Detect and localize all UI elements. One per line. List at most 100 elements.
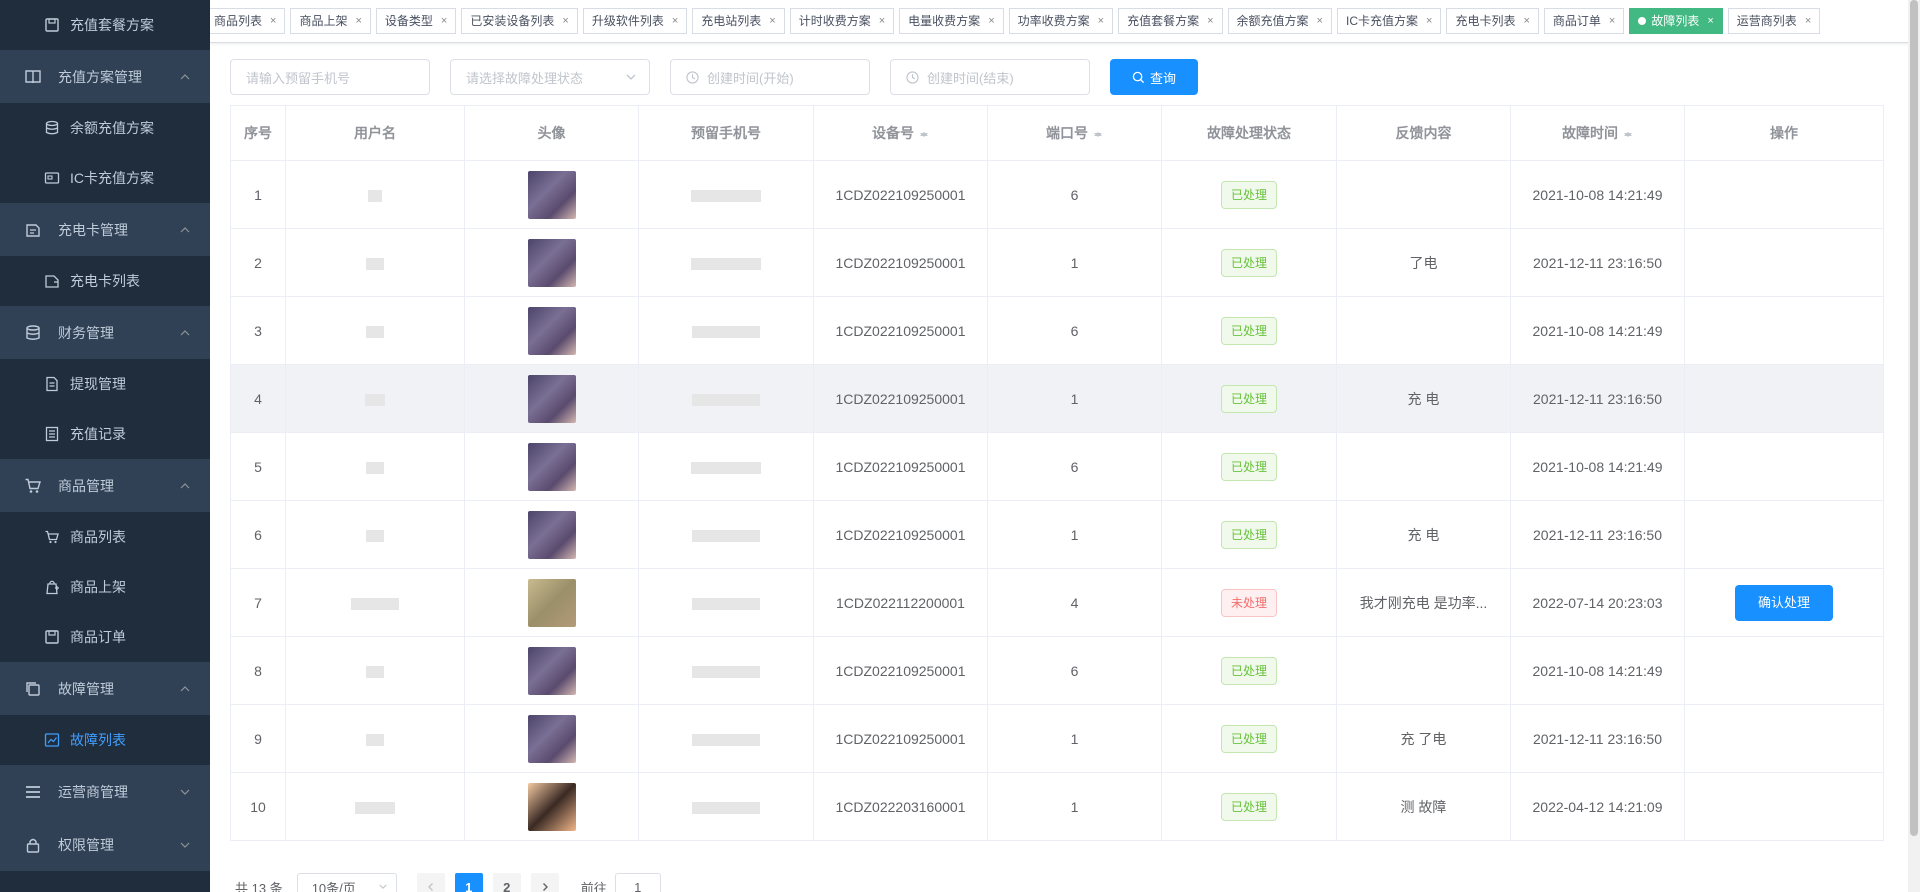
sidebar-item-1[interactable]: 充值方案管理 bbox=[0, 50, 210, 103]
sort-caret-icon[interactable] bbox=[1623, 127, 1633, 141]
close-icon[interactable]: × bbox=[879, 9, 885, 33]
sort-caret-icon[interactable] bbox=[1093, 127, 1103, 141]
sidebar-item-label: 运营商管理 bbox=[58, 783, 128, 800]
sidebar-item-3[interactable]: IC卡充值方案 bbox=[0, 153, 210, 203]
cell-time: 2021-12-11 23:16:50 bbox=[1510, 704, 1685, 773]
sidebar-item-4[interactable]: 充电卡管理 bbox=[0, 203, 210, 256]
status-badge: 已处理 bbox=[1220, 520, 1277, 549]
cell-device: 1CDZ022109250001 bbox=[813, 704, 988, 773]
end-date-input[interactable]: 创建时间(结束) bbox=[890, 59, 1090, 95]
tag-10[interactable]: 余额充值方案 × bbox=[1227, 8, 1332, 34]
goto-page-input[interactable]: 1 bbox=[614, 873, 661, 892]
sidebar-item-0[interactable]: 充值套餐方案 bbox=[0, 0, 210, 50]
sort-caret-icon[interactable] bbox=[919, 127, 929, 141]
redacted-username bbox=[366, 461, 384, 474]
sidebar-item-11[interactable]: 商品上架 bbox=[0, 562, 210, 612]
cell-avatar bbox=[464, 636, 639, 705]
close-icon[interactable]: × bbox=[1426, 9, 1432, 33]
close-icon[interactable]: × bbox=[441, 9, 447, 33]
sidebar-item-14[interactable]: 故障列表 bbox=[0, 715, 210, 765]
close-icon[interactable]: × bbox=[270, 9, 276, 33]
cell-avatar bbox=[464, 364, 639, 433]
page-size-select[interactable]: 10条/页 bbox=[296, 873, 397, 892]
cell-phone bbox=[638, 772, 814, 841]
cell-port: 6 bbox=[987, 296, 1162, 365]
tag-3[interactable]: 已安装设备列表 × bbox=[461, 8, 578, 34]
close-icon[interactable]: × bbox=[672, 9, 678, 33]
menu-icon bbox=[24, 783, 42, 801]
sidebar-item-6[interactable]: 财务管理 bbox=[0, 306, 210, 359]
close-icon[interactable]: × bbox=[355, 9, 361, 33]
redacted-phone bbox=[692, 529, 760, 542]
vertical-scrollbar[interactable] bbox=[1908, 0, 1920, 892]
tag-13[interactable]: 商品订单 × bbox=[1543, 8, 1625, 34]
tag-9[interactable]: 充值套餐方案 × bbox=[1118, 8, 1223, 34]
table-row: 5 1CDZ022109250001 6 已处理 2021-10-08 14:21:49 bbox=[230, 432, 1884, 501]
tag-7[interactable]: 电量收费方案 × bbox=[899, 8, 1004, 34]
cell-avatar bbox=[464, 500, 639, 569]
chart-icon bbox=[44, 732, 60, 748]
tag-8[interactable]: 功率收费方案 × bbox=[1008, 8, 1114, 34]
status-badge: 未处理 bbox=[1220, 588, 1277, 617]
close-icon[interactable]: × bbox=[1207, 9, 1213, 33]
tag-0[interactable]: 商品列表 × bbox=[210, 8, 286, 34]
tag-6[interactable]: 计时收费方案 × bbox=[789, 8, 895, 34]
status-badge: 已处理 bbox=[1220, 384, 1277, 413]
tag-5[interactable]: 充电站列表 × bbox=[692, 8, 785, 34]
sidebar-item-label: 商品列表 bbox=[70, 529, 126, 545]
prev-page-button[interactable] bbox=[416, 873, 445, 892]
close-icon[interactable]: × bbox=[1707, 9, 1713, 33]
redacted-phone bbox=[692, 801, 760, 814]
close-icon[interactable]: × bbox=[562, 9, 568, 33]
sidebar-item-label: 商品上架 bbox=[70, 579, 126, 595]
status-select[interactable]: 请选择故障处理状态 bbox=[450, 59, 650, 95]
chevron-up-icon bbox=[180, 328, 190, 338]
close-icon[interactable]: × bbox=[769, 9, 775, 33]
sidebar-item-10[interactable]: 商品列表 bbox=[0, 512, 210, 562]
sidebar-item-12[interactable]: 商品订单 bbox=[0, 612, 210, 662]
tag-15[interactable]: 运营商列表 × bbox=[1727, 8, 1821, 34]
close-icon[interactable]: × bbox=[1098, 9, 1104, 33]
tag-11[interactable]: IC卡充值方案 × bbox=[1336, 8, 1442, 34]
page-button-1[interactable]: 1 bbox=[454, 873, 483, 892]
cell-status: 已处理 bbox=[1161, 432, 1337, 501]
confirm-handle-button[interactable]: 确认处理 bbox=[1735, 584, 1833, 621]
close-icon[interactable]: × bbox=[1805, 9, 1811, 33]
sidebar-item-16[interactable]: 权限管理 bbox=[0, 818, 210, 871]
sidebar-item-13[interactable]: 故障管理 bbox=[0, 662, 210, 715]
next-page-button[interactable] bbox=[530, 873, 559, 892]
chevron-right-icon bbox=[540, 880, 550, 892]
sidebar-item-7[interactable]: 提现管理 bbox=[0, 359, 210, 409]
column-header[interactable]: 故障时间 bbox=[1510, 105, 1685, 161]
cell-feedback bbox=[1336, 432, 1511, 501]
avatar bbox=[527, 782, 576, 831]
tag-1[interactable]: 商品上架 × bbox=[290, 8, 371, 34]
column-header[interactable]: 设备号 bbox=[813, 105, 988, 161]
tag-14[interactable]: 故障列表 × bbox=[1629, 8, 1723, 34]
tag-12[interactable]: 充电卡列表 × bbox=[1446, 8, 1539, 34]
sidebar-item-8[interactable]: 充值记录 bbox=[0, 409, 210, 459]
cell-port: 1 bbox=[987, 772, 1162, 841]
avatar bbox=[527, 578, 576, 627]
query-button[interactable]: 查询 bbox=[1110, 59, 1198, 95]
page-button-2[interactable]: 2 bbox=[492, 873, 521, 892]
close-icon[interactable]: × bbox=[1317, 9, 1323, 33]
phone-search-input[interactable]: 请输入预留手机号 bbox=[230, 59, 430, 95]
cell-device: 1CDZ022203160001 bbox=[813, 772, 988, 841]
sidebar-item-9[interactable]: 商品管理 bbox=[0, 459, 210, 512]
chevron-up-icon bbox=[180, 72, 190, 82]
close-icon[interactable]: × bbox=[1609, 9, 1615, 33]
sidebar-item-2[interactable]: 余额充值方案 bbox=[0, 103, 210, 153]
start-date-input[interactable]: 创建时间(开始) bbox=[670, 59, 870, 95]
tag-4[interactable]: 升级软件列表 × bbox=[582, 8, 688, 34]
sidebar-item-5[interactable]: 充电卡列表 bbox=[0, 256, 210, 306]
scrollbar-thumb[interactable] bbox=[1910, 0, 1918, 836]
close-icon[interactable]: × bbox=[988, 9, 994, 33]
cell-username bbox=[285, 636, 465, 705]
tag-label: 故障列表 bbox=[1651, 14, 1700, 28]
column-header[interactable]: 端口号 bbox=[987, 105, 1162, 161]
status-badge: 已处理 bbox=[1220, 724, 1277, 753]
tag-2[interactable]: 设备类型 × bbox=[375, 8, 457, 34]
sidebar-item-15[interactable]: 运营商管理 bbox=[0, 765, 210, 818]
close-icon[interactable]: × bbox=[1523, 9, 1529, 33]
